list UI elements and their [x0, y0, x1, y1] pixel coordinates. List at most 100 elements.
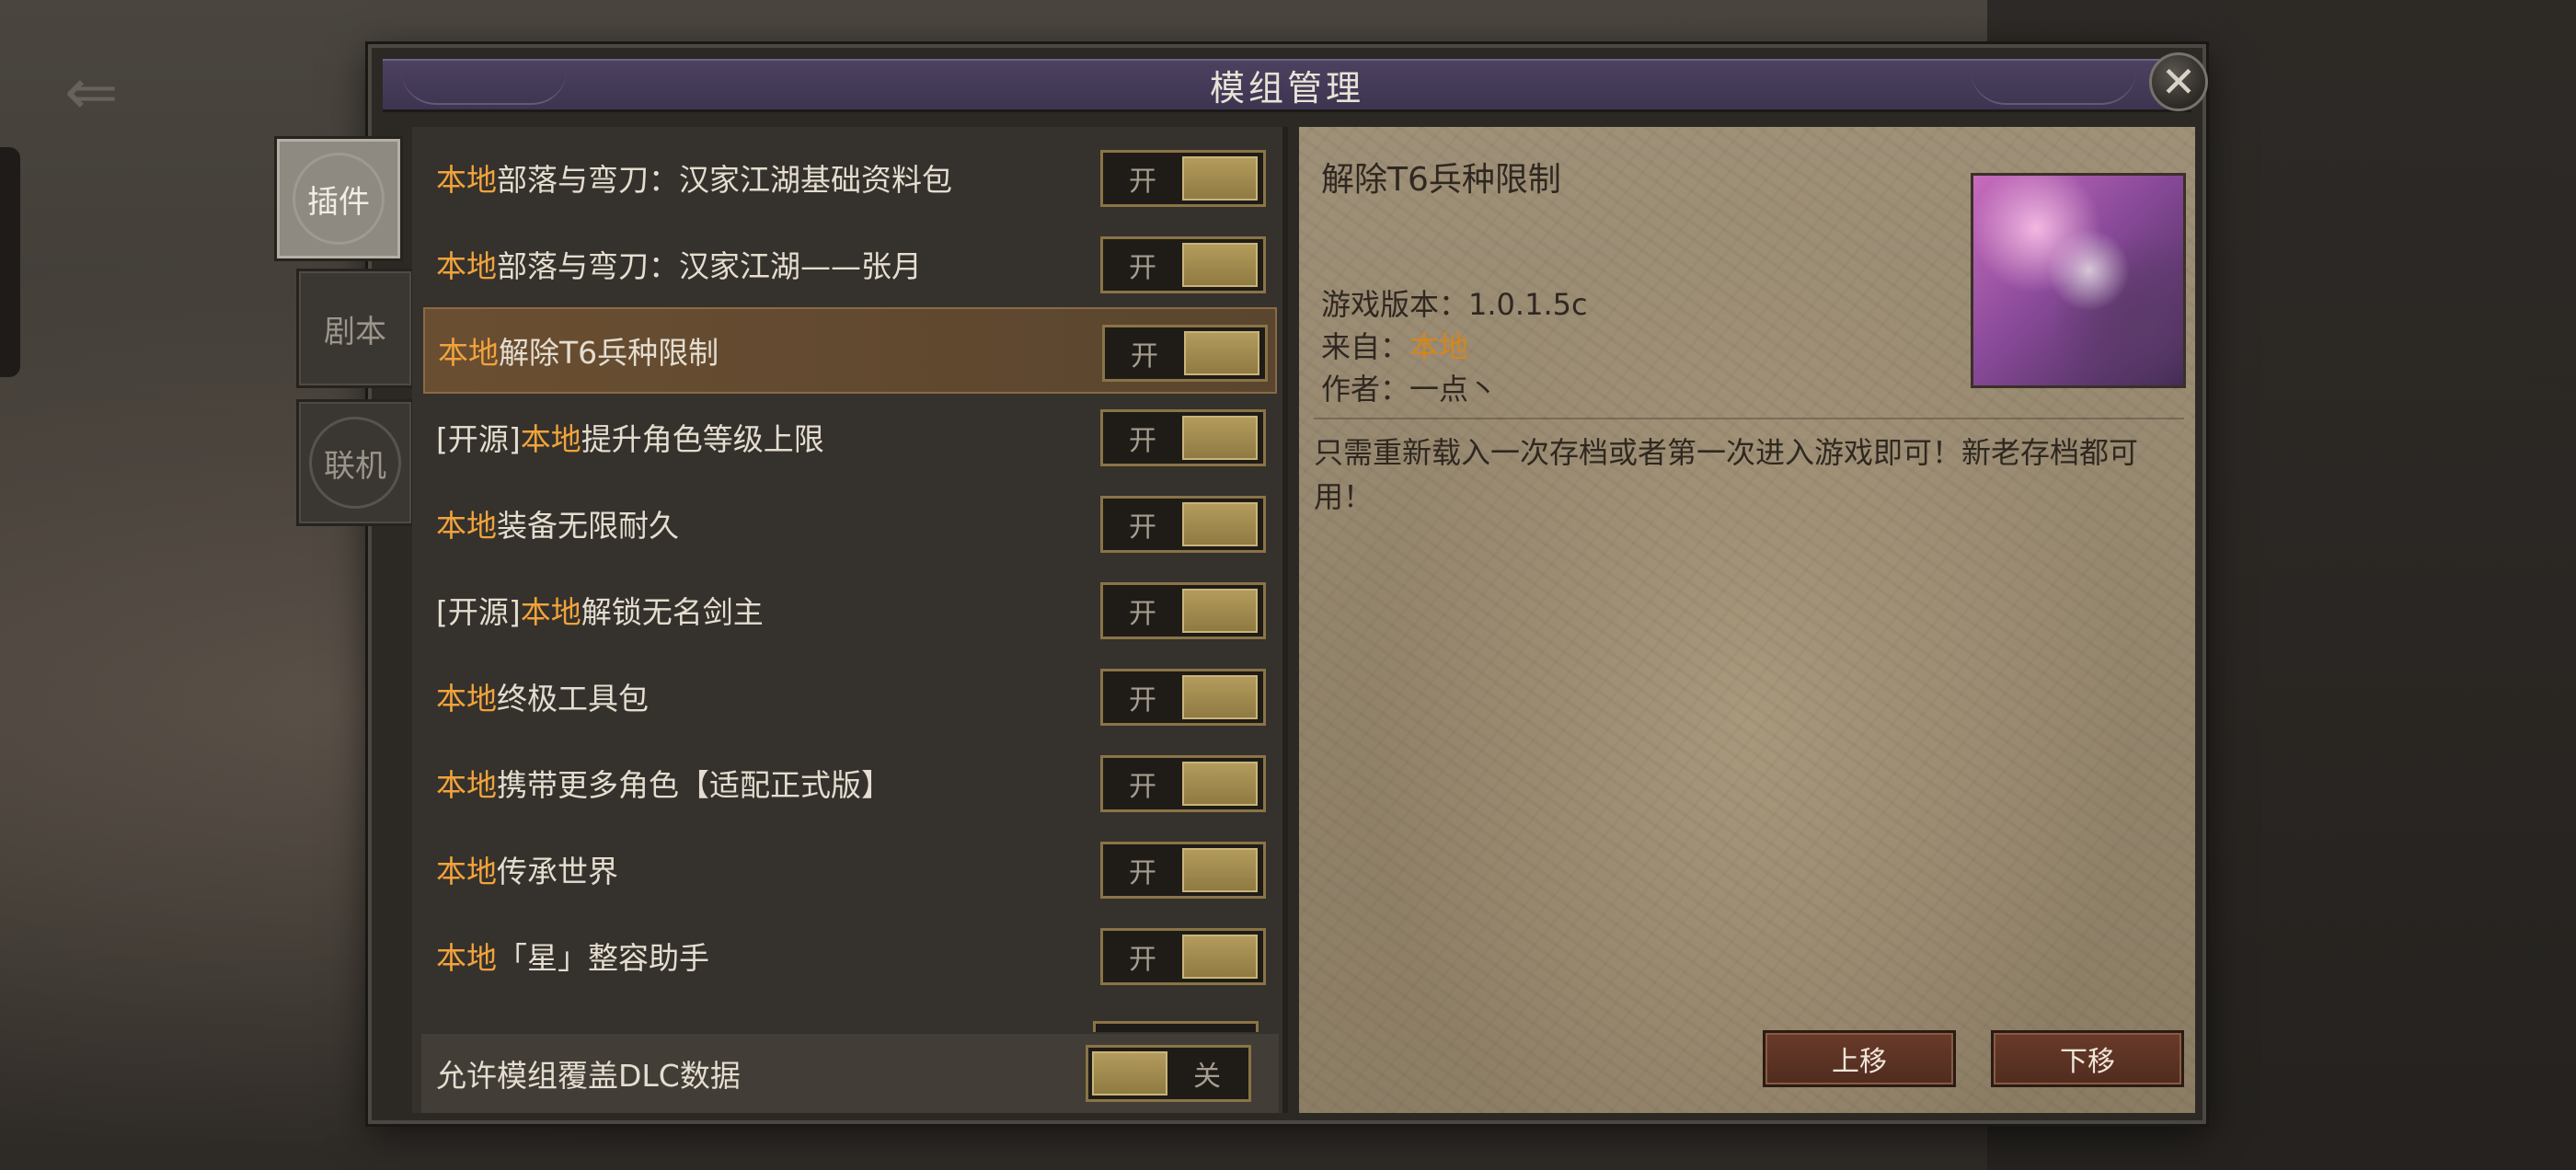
- toggle-knob: [1182, 243, 1258, 287]
- mod-list[interactable]: 本地部落与弯刀：汉家江湖基础资料包开本地部落与弯刀：汉家江湖——张月开本地解除T…: [423, 134, 1277, 1027]
- mod-row[interactable]: 本地解除T6兵种限制 开: [423, 307, 1277, 394]
- mod-row[interactable]: 本地装备无限耐久 开: [423, 480, 1277, 567]
- toggle-knob: [1092, 1051, 1167, 1095]
- open-source-tag: [开源]: [436, 421, 521, 457]
- mod-row[interactable]: 本地传承世界 开: [423, 826, 1277, 912]
- toggle-knob: [1182, 675, 1258, 719]
- toggle-knob: [1184, 331, 1259, 375]
- toggle-knob: [1182, 416, 1258, 460]
- mod-name: 本地部落与弯刀：汉家江湖——张月: [436, 242, 922, 286]
- move-up-button[interactable]: 上移: [1763, 1030, 1956, 1087]
- tab-online[interactable]: 联机: [296, 399, 414, 526]
- move-down-button[interactable]: 下移: [1991, 1030, 2184, 1087]
- toggle-label: 开: [1129, 944, 1156, 976]
- mod-toggle[interactable]: 开: [1100, 409, 1266, 466]
- mod-title: 提升角色等级上限: [581, 421, 824, 457]
- mod-title: 解除T6兵种限制: [499, 335, 719, 371]
- divider: [1314, 418, 2184, 419]
- mod-row[interactable]: [开源]本地提升角色等级上限 开: [423, 394, 1277, 480]
- author-value: 一点丶: [1409, 372, 1499, 407]
- toggle-knob: [1182, 502, 1258, 546]
- toggle-label: 开: [1129, 252, 1156, 284]
- mod-title: 装备无限耐久: [497, 508, 679, 544]
- open-source-tag: [开源]: [436, 594, 521, 630]
- source-tag: 本地: [436, 940, 497, 976]
- toggle-label: 开: [1129, 598, 1156, 630]
- mod-row[interactable]: 本地部落与弯刀：汉家江湖基础资料包 开: [423, 134, 1277, 221]
- mod-toggle[interactable]: 开: [1100, 669, 1266, 726]
- toggle-knob: [1182, 762, 1258, 806]
- source-tag: 本地: [436, 681, 497, 717]
- source-tag: 本地: [436, 767, 497, 803]
- mod-thumbnail: [1971, 173, 2186, 388]
- tab-label: 联机: [324, 447, 386, 485]
- source-tag: 本地: [436, 162, 497, 198]
- back-arrow-icon: ⇐: [64, 54, 119, 130]
- dlc-override-row: 允许模组覆盖DLC数据 关: [421, 1034, 1279, 1113]
- mod-toggle[interactable]: 开: [1100, 496, 1266, 553]
- mod-name: 本地解除T6兵种限制: [438, 328, 719, 373]
- toggle-label: 开: [1129, 771, 1156, 803]
- game-version: 游戏版本：1.0.1.5c: [1321, 281, 1588, 324]
- partial-toggle: [1093, 1021, 1259, 1032]
- toggle-knob: [1182, 156, 1258, 201]
- source-tag: 本地: [520, 421, 581, 457]
- mod-name: 本地「星」整容助手: [436, 934, 709, 978]
- mod-name: 本地部落与弯刀：汉家江湖基础资料包: [436, 155, 952, 200]
- mod-source: 来自：本地: [1321, 324, 1468, 366]
- author-label: 作者：: [1321, 372, 1410, 407]
- mod-row[interactable]: 本地终极工具包 开: [423, 653, 1277, 740]
- mod-name: 本地装备无限耐久: [436, 501, 679, 545]
- mod-name: 本地携带更多角色【适配正式版】: [436, 761, 891, 805]
- mod-row[interactable]: [开源]本地解锁无名剑主 开: [423, 567, 1277, 653]
- mod-name: [开源]本地提升角色等级上限: [436, 415, 824, 459]
- tab-script[interactable]: 剧本: [296, 269, 414, 388]
- dialog-title: 模组管理: [1209, 68, 1364, 109]
- toggle-label: 开: [1129, 684, 1156, 717]
- close-icon: ✕: [2160, 57, 2197, 107]
- mod-name: [开源]本地解锁无名剑主: [436, 588, 764, 632]
- source-value: 本地: [1409, 329, 1469, 364]
- mod-toggle[interactable]: 开: [1100, 755, 1266, 812]
- source-tag: 本地: [520, 594, 581, 630]
- mod-row[interactable]: 本地携带更多角色【适配正式版】 开: [423, 740, 1277, 826]
- mod-row[interactable]: 本地「星」整容助手 开: [423, 912, 1277, 999]
- mod-description: 只需重新载入一次存档或者第一次进入游戏即可！新老存档都可用！: [1314, 435, 2139, 514]
- mod-author: 作者：一点丶: [1321, 366, 1498, 408]
- toggle-knob: [1182, 935, 1258, 979]
- mod-toggle[interactable]: 开: [1100, 236, 1266, 293]
- mod-detail-panel: 解除T6兵种限制 游戏版本：1.0.1.5c 来自：本地 作者：一点丶 只需重新…: [1299, 127, 2195, 1113]
- source-tag: 本地: [438, 335, 499, 371]
- toggle-label: 关: [1193, 1061, 1221, 1093]
- title-bar: 模组管理: [383, 59, 2191, 112]
- source-tag: 本地: [436, 854, 497, 889]
- mod-title: 传承世界: [497, 854, 618, 889]
- version-label: 游戏版本：: [1321, 287, 1469, 322]
- tab-plugins[interactable]: 插件: [274, 136, 403, 261]
- toggle-label: 开: [1129, 857, 1156, 889]
- toggle-knob: [1182, 589, 1258, 633]
- mod-toggle[interactable]: 开: [1102, 325, 1268, 382]
- source-tag: 本地: [436, 508, 497, 544]
- toggle-knob: [1182, 848, 1258, 892]
- tab-label: 剧本: [324, 313, 386, 350]
- mod-toggle[interactable]: 开: [1100, 928, 1266, 985]
- mod-title: 终极工具包: [497, 681, 649, 717]
- background-edge: [0, 147, 20, 377]
- mod-row[interactable]: 本地部落与弯刀：汉家江湖——张月 开: [423, 221, 1277, 307]
- mod-title: 携带更多角色【适配正式版】: [497, 767, 891, 803]
- mod-toggle[interactable]: 开: [1100, 150, 1266, 207]
- mod-toggle[interactable]: 开: [1100, 842, 1266, 899]
- source-label: 来自：: [1321, 329, 1410, 364]
- tab-label: 插件: [307, 183, 370, 221]
- toggle-label: 开: [1131, 340, 1158, 373]
- source-tag: 本地: [436, 248, 497, 284]
- dlc-override-toggle[interactable]: 关: [1086, 1045, 1251, 1102]
- mod-title: 解锁无名剑主: [581, 594, 764, 630]
- mod-list-panel: 本地部落与弯刀：汉家江湖基础资料包开本地部落与弯刀：汉家江湖——张月开本地解除T…: [412, 127, 1288, 1113]
- mod-title: 「星」整容助手: [497, 940, 709, 976]
- mod-name: 本地终极工具包: [436, 674, 649, 718]
- toggle-label: 开: [1129, 425, 1156, 457]
- mod-toggle[interactable]: 开: [1100, 582, 1266, 639]
- close-button[interactable]: ✕: [2149, 52, 2208, 111]
